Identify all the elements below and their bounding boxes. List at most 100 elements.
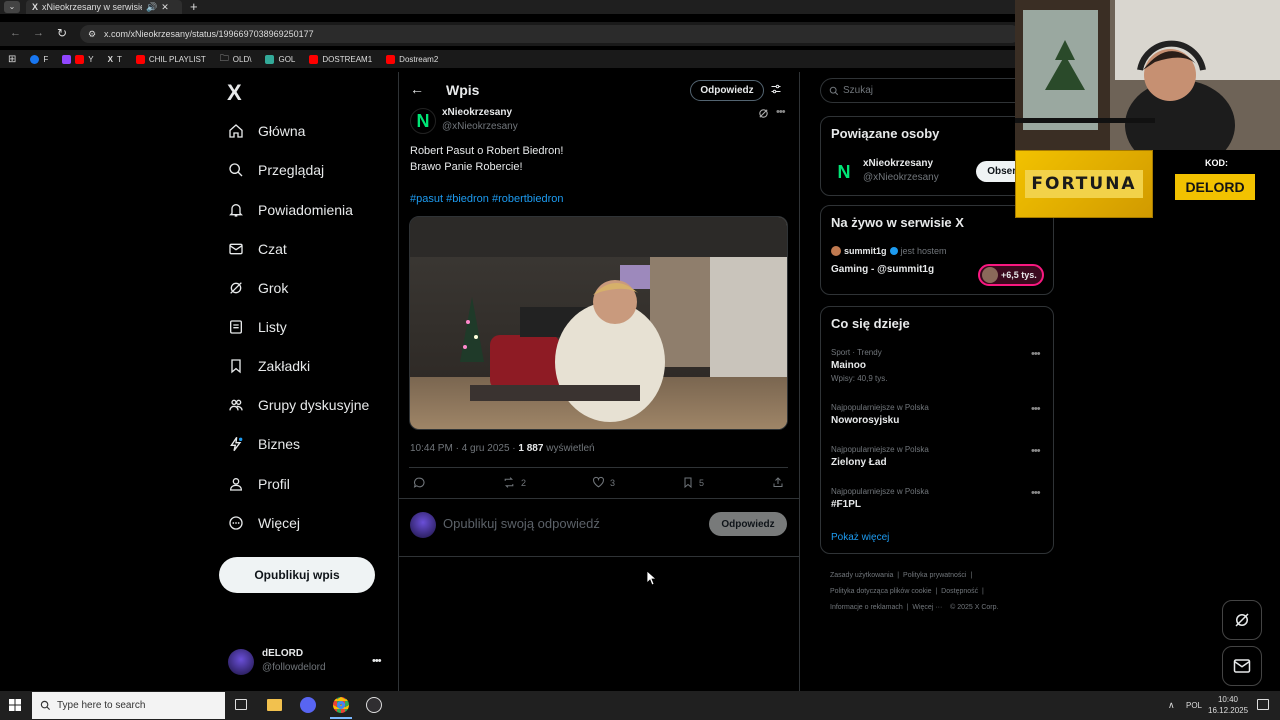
account-switcher[interactable]: dELORD @followdelord ••• (228, 647, 388, 677)
post-hashtags[interactable]: #pasut #biedron #robertbiedron (410, 193, 564, 205)
lightning-icon (230, 436, 243, 452)
site-info-icon[interactable]: ⚙ (88, 25, 96, 43)
file-explorer-icon[interactable] (267, 699, 282, 711)
language-indicator[interactable]: POL (1186, 701, 1202, 710)
live-listeners-badge[interactable]: +6,5 tys. (978, 264, 1044, 286)
start-button[interactable] (9, 699, 21, 711)
bookmark-t[interactable]: XT (108, 55, 122, 64)
more-dots-icon[interactable]: ••• (776, 106, 786, 118)
url-field[interactable]: ⚙ x.com/xNieokrzesany/status/19966970389… (80, 25, 1020, 43)
nav-business[interactable]: Biznes (228, 436, 300, 452)
forward-arrow-icon[interactable]: → (33, 27, 44, 39)
nav-communities[interactable]: Grupy dyskusyjne (228, 397, 369, 413)
tab-list-button[interactable]: ⌄ (4, 1, 20, 13)
back-arrow-icon[interactable]: ← (10, 27, 21, 39)
author-name[interactable]: xNieokrzesany (442, 107, 512, 118)
host-suffix: jest hostem (900, 246, 947, 256)
footer-links: Zasady użytkowania | Polityka prywatnośc… (830, 572, 999, 611)
like-action[interactable]: 3 (592, 476, 615, 489)
bookmark-y[interactable]: Y (62, 54, 94, 64)
share-action[interactable] (772, 476, 784, 489)
live-stream-title[interactable]: Gaming - @summit1g (831, 264, 934, 275)
nav-chat[interactable]: Czat (228, 241, 287, 257)
nav-more[interactable]: Więcej (228, 515, 300, 531)
envelope-icon (1233, 659, 1251, 673)
composer-avatar (410, 512, 436, 538)
related-avatar[interactable]: N (831, 159, 857, 185)
apps-grid-icon[interactable]: ⊞ (8, 54, 16, 65)
reload-icon[interactable]: ↻ (57, 26, 67, 40)
nav-notifications[interactable]: Powiadomienia (228, 202, 353, 218)
page-title: Wpis (446, 82, 480, 98)
nav-label: Grupy dyskusyjne (258, 397, 370, 413)
post-timestamp[interactable]: 10:44 PM · 4 gru 2025 · (410, 443, 518, 454)
bookmark-gol[interactable]: GOL (265, 54, 295, 64)
bookmark-f[interactable]: F (30, 54, 48, 64)
trend-item[interactable]: Sport · Trendy Mainoo Wpisy: 40,9 tys. •… (831, 348, 1045, 383)
like-count: 3 (610, 477, 616, 488)
footer-link[interactable]: Polityka dotycząca plików cookie (830, 588, 932, 595)
taskbar-search[interactable]: Type here to search (32, 692, 225, 719)
footer-link[interactable]: Informacje o reklamach (830, 604, 903, 611)
discord-icon[interactable] (300, 697, 316, 713)
more-dots-icon[interactable]: ••• (1031, 403, 1041, 415)
footer-link[interactable]: Dostępność (941, 588, 978, 595)
nav-lists[interactable]: Listy (228, 319, 287, 335)
grok-icon[interactable] (758, 108, 769, 119)
show-more-link[interactable]: Pokaż więcej (831, 532, 889, 543)
x-logo[interactable]: X (227, 80, 242, 106)
reply-submit-button[interactable]: Odpowiedz (709, 512, 787, 536)
trend-item[interactable]: Najpopularniejsze w Polska Noworosyjsku … (831, 403, 1045, 426)
trends-card: Co się dzieje Sport · Trendy Mainoo Wpis… (820, 306, 1054, 554)
live-host-row[interactable]: summit1g jest hostem (831, 246, 947, 256)
folder-icon: 🗀 (219, 53, 229, 63)
list-icon (230, 320, 242, 334)
author-avatar[interactable]: N (410, 108, 436, 134)
compose-post-button[interactable]: Opublikuj wpis (219, 557, 375, 593)
nav-grok[interactable]: Grok (228, 280, 288, 296)
notification-icon[interactable] (1257, 699, 1269, 710)
footer-link[interactable]: Polityka prywatności (903, 572, 966, 579)
bookmark-old[interactable]: 🗀 OLD\ (220, 51, 252, 67)
footer-link[interactable]: Więcej ··· (912, 604, 942, 611)
clock[interactable]: 10:40 16.12.2025 (1208, 694, 1248, 716)
related-name[interactable]: xNieokrzesany (863, 158, 933, 169)
nav-bookmarks[interactable]: Zakładki (228, 358, 310, 374)
bookmark-dostream1[interactable]: DOSTREAM1 (309, 54, 372, 64)
more-dots-icon[interactable]: ••• (1031, 487, 1041, 499)
tray-chevron-icon[interactable]: ∧ (1168, 700, 1175, 711)
nav-profile[interactable]: Profil (228, 476, 290, 492)
chrome-icon[interactable] (333, 697, 349, 713)
reply-input[interactable]: Opublikuj swoją odpowiedź (443, 516, 600, 531)
trend-name: Mainoo (831, 360, 866, 371)
back-button[interactable]: ← (410, 81, 424, 97)
bookmark-action[interactable]: 5 (682, 476, 704, 489)
filter-settings-icon[interactable] (770, 82, 782, 96)
retweet-count: 2 (521, 477, 527, 488)
trend-item[interactable]: Najpopularniejsze w Polska Zielony Ład •… (831, 445, 1045, 468)
messages-floating-button[interactable] (1222, 646, 1262, 686)
nav-explore[interactable]: Przeglądaj (228, 162, 324, 178)
post-video[interactable] (409, 216, 788, 430)
task-view-icon[interactable] (235, 699, 247, 710)
taskbar-search-placeholder: Type here to search (57, 700, 146, 711)
new-tab-button[interactable]: + (190, 0, 198, 14)
trend-item[interactable]: Najpopularniejsze w Polska #F1PL ••• (831, 487, 1045, 510)
footer-link[interactable]: Zasady użytkowania (830, 572, 893, 579)
bookmark-chil-playlist[interactable]: CHIL PLAYLIST (135, 54, 206, 64)
more-dots-icon[interactable]: ••• (1031, 348, 1041, 360)
reply-action[interactable] (413, 476, 426, 489)
close-tab-icon[interactable]: ✕ (161, 2, 169, 13)
browser-tab[interactable]: X xNieokrzesany w serwisie X 🔊 ✕ (26, 0, 182, 14)
nav-label: Zakładki (258, 358, 311, 374)
obs-icon[interactable] (366, 697, 382, 713)
author-handle[interactable]: @xNieokrzesany (442, 121, 518, 132)
more-dots-icon[interactable]: ••• (1031, 445, 1041, 457)
grok-floating-button[interactable] (1222, 600, 1262, 640)
more-dots-icon[interactable]: ••• (372, 655, 382, 667)
bookmark-dostream2[interactable]: Dostream2 (386, 54, 438, 64)
search-icon (40, 700, 51, 711)
retweet-action[interactable]: 2 (502, 476, 526, 489)
header-reply-button[interactable]: Odpowiedz (690, 80, 764, 101)
nav-home[interactable]: Główna (228, 123, 305, 139)
